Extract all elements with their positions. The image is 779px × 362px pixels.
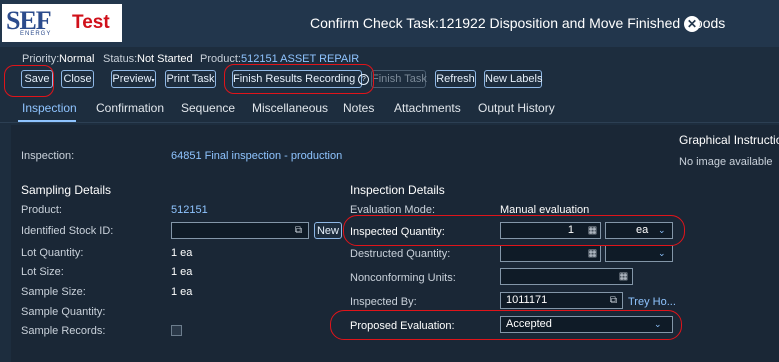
calculator-icon[interactable]: ▦ [587, 248, 598, 259]
graphical-instruction-title: Graphical Instruction [679, 133, 779, 147]
no-image-text: No image available [679, 156, 773, 168]
inspected-by-input[interactable]: 1011171 ⧉ [500, 292, 623, 309]
tab-divider [0, 122, 779, 123]
inspected-by-value: 1011171 [506, 294, 548, 306]
inspection-label: Inspection: [21, 150, 75, 162]
tab-output-history[interactable]: Output History [478, 101, 555, 115]
sampling-details-title: Sampling Details [21, 183, 112, 197]
close-button[interactable]: Close [61, 70, 94, 88]
finish-task-button: Finish Task [371, 70, 427, 88]
copy-icon[interactable]: ⧉ [293, 225, 304, 236]
destructed-uom-select[interactable]: ⌄ [605, 245, 673, 262]
tab-notes[interactable]: Notes [343, 101, 374, 115]
inspected-by-name-link[interactable]: Trey Ho... [628, 296, 676, 308]
tab-sequence[interactable]: Sequence [181, 101, 235, 115]
tab-confirmation[interactable]: Confirmation [96, 101, 164, 115]
tab-attachments[interactable]: Attachments [394, 101, 461, 115]
dropdown-indicator-icon: ▾ [151, 78, 155, 84]
annotation-circle-save [4, 65, 54, 97]
annotation-circle-finish-results [224, 64, 374, 94]
refresh-button[interactable]: Refresh [435, 70, 476, 88]
logo-subtitle: ENERGY [20, 31, 52, 37]
annotation-circle-inspected-quantity [343, 215, 685, 246]
sampling-product-link[interactable]: 512151 [171, 204, 208, 216]
nonconforming-units-label: Nonconforming Units: [350, 272, 456, 284]
print-task-button[interactable]: Print Task [165, 70, 216, 88]
company-logo: SEF ENERGY Test [2, 4, 122, 42]
dialog-title: Confirm Check Task:121922 Disposition an… [310, 15, 726, 31]
stock-id-input[interactable]: ⧉ [171, 222, 309, 239]
tab-inspection[interactable]: Inspection [22, 101, 77, 115]
sample-size-value: 1 ea [171, 286, 193, 298]
sample-records-checkbox [171, 325, 182, 336]
sample-quantity-label: Sample Quantity: [21, 306, 106, 318]
inspection-details-title: Inspection Details [350, 183, 445, 197]
annotation-circle-proposed-evaluation [330, 310, 682, 340]
destructed-quantity-label: Destructed Quantity: [350, 248, 451, 260]
stock-id-label: Identified Stock ID: [21, 225, 114, 237]
close-icon[interactable]: ✕ [684, 16, 700, 32]
inspected-by-label: Inspected By: [350, 296, 417, 308]
inspection-link[interactable]: 64851 Final inspection - production [171, 150, 342, 162]
lot-quantity-value: 1 ea [171, 247, 193, 259]
sample-size-label: Sample Size: [21, 286, 86, 298]
nonconforming-units-input[interactable]: ▦ [500, 268, 633, 285]
lot-quantity-label: Lot Quantity: [21, 247, 84, 259]
new-labels-button[interactable]: New Labels [484, 70, 542, 88]
status-label: Status: [103, 53, 138, 65]
destructed-quantity-input[interactable]: ▦ [500, 245, 601, 262]
copy-icon[interactable]: ⧉ [608, 295, 619, 306]
new-stock-id-button[interactable]: New [314, 222, 342, 239]
environment-label: Test [72, 12, 110, 33]
priority-value: Normal [59, 53, 95, 65]
lot-size-label: Lot Size: [21, 266, 64, 278]
chevron-down-icon: ⌄ [658, 248, 666, 258]
status-value: Not Started [137, 53, 193, 65]
preview-button[interactable]: Preview▾ [111, 70, 156, 88]
sample-records-label: Sample Records: [21, 325, 106, 337]
priority-label: Priority: [22, 53, 60, 65]
tab-miscellaneous[interactable]: Miscellaneous [252, 101, 328, 115]
lot-size-value: 1 ea [171, 266, 193, 278]
preview-label: Preview [112, 73, 152, 85]
sampling-product-label: Product: [21, 204, 62, 216]
calculator-icon[interactable]: ▦ [618, 271, 629, 282]
dialog-header: SEF ENERGY Test Confirm Check Task:12192… [0, 0, 779, 47]
